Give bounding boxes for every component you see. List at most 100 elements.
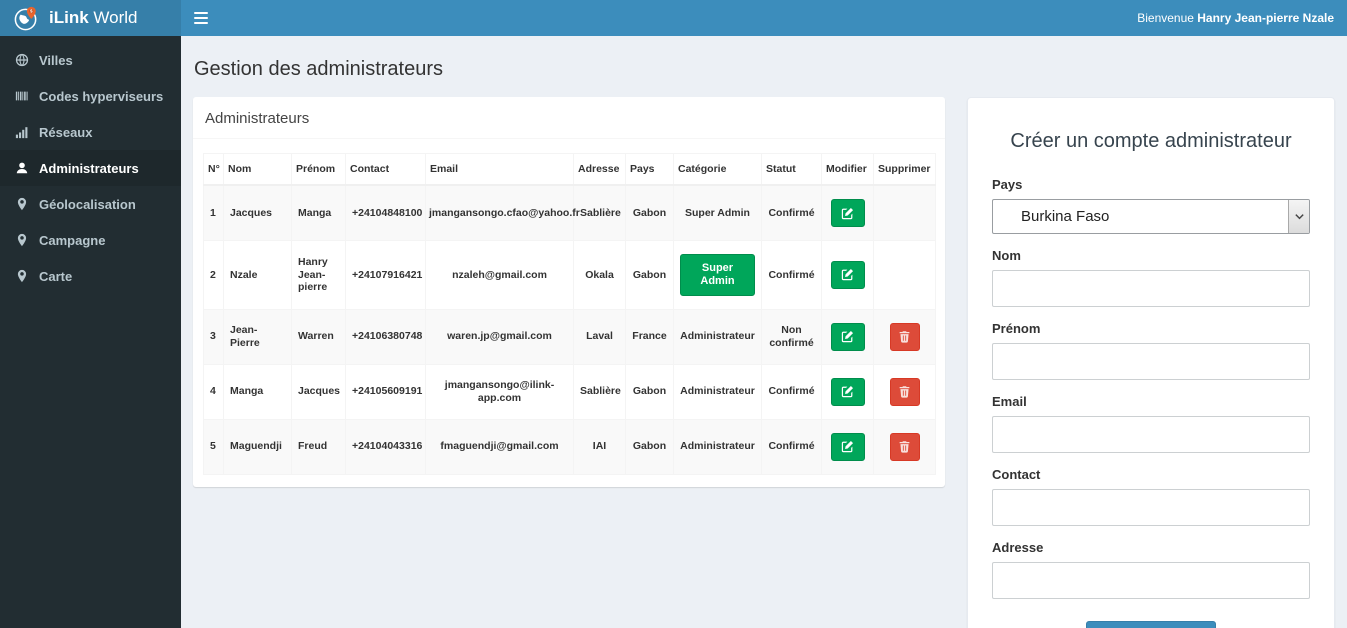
sidebar-item-codes-hyperviseurs[interactable]: Codes hyperviseurs: [0, 78, 181, 114]
globe-pin-logo-icon: [13, 5, 40, 32]
column-header: Pays: [625, 153, 674, 186]
column-header: Email: [425, 153, 574, 186]
create-admin-panel: Créer un compte administrateur Pays Burk…: [967, 97, 1335, 628]
edit-pencil-icon: [841, 440, 854, 453]
cell-pays: France: [625, 308, 674, 365]
cell-categorie: Administrateur: [673, 363, 762, 420]
category-badge-button[interactable]: Super Admin: [680, 254, 755, 296]
cell-categorie: Super Admin: [673, 240, 762, 310]
table-row: 5 Maguendji Freud +24104043316 fmaguendj…: [203, 418, 936, 475]
delete-button[interactable]: [889, 377, 920, 406]
cell-contact: +24106380748: [345, 308, 426, 365]
cell-categorie: Super Admin: [673, 184, 762, 241]
sidebar-item-geolocalisation[interactable]: Géolocalisation: [0, 186, 181, 222]
cell-contact: +24104848100: [345, 184, 426, 241]
edit-button[interactable]: [830, 322, 865, 351]
contact-label: Contact: [992, 467, 1041, 482]
cell-prenom: Warren: [291, 308, 346, 365]
sidebar: Villes Codes hyperviseurs Réseaux Admini…: [0, 36, 181, 628]
edit-button[interactable]: [830, 377, 865, 406]
column-header: Catégorie: [673, 153, 762, 186]
cell-nom: Manga: [223, 363, 292, 420]
sidebar-item-reseaux[interactable]: Réseaux: [0, 114, 181, 150]
sidebar-item-villes[interactable]: Villes: [0, 42, 181, 78]
email-field-group: Email: [992, 394, 1310, 453]
trash-icon: [898, 330, 911, 343]
cell-pays: Gabon: [625, 363, 674, 420]
map-pin-icon: [15, 197, 29, 211]
column-header: Adresse: [573, 153, 626, 186]
edit-button[interactable]: [830, 432, 865, 461]
cell-email: waren.jp@gmail.com: [425, 308, 574, 365]
delete-button[interactable]: [889, 322, 920, 351]
sidebar-item-label: Géolocalisation: [39, 196, 136, 212]
country-select[interactable]: Burkina Faso: [992, 199, 1310, 234]
sidebar-menu: Villes Codes hyperviseurs Réseaux Admini…: [0, 42, 181, 294]
sidebar-item-label: Administrateurs: [39, 160, 139, 176]
cell-statut: Confirmé: [761, 184, 822, 241]
create-account-button[interactable]: Créer le compte: [1085, 621, 1217, 628]
trash-icon: [898, 440, 911, 453]
contact-field-group: Contact: [992, 467, 1310, 526]
sidebar-item-label: Codes hyperviseurs: [39, 88, 164, 104]
cell-statut: Confirmé: [761, 418, 822, 475]
cell-email: nzaleh@gmail.com: [425, 240, 574, 310]
hamburger-icon[interactable]: [194, 5, 224, 31]
cell-nom: Jean-Pierre: [223, 308, 292, 365]
sidebar-item-administrateurs[interactable]: Administrateurs: [0, 150, 181, 186]
country-field-group: Pays Burkina Faso: [992, 177, 1310, 234]
table-row: 3 Jean-Pierre Warren +24106380748 waren.…: [203, 308, 936, 365]
contact-input[interactable]: [992, 489, 1310, 526]
barcode-icon: [15, 89, 29, 103]
cell-num: 5: [203, 418, 224, 475]
globe-icon: [15, 53, 29, 67]
sidebar-item-label: Réseaux: [39, 124, 93, 140]
signal-bars-icon: [15, 125, 29, 139]
cell-num: 4: [203, 363, 224, 420]
column-header: Contact: [345, 153, 426, 186]
administrators-table: N° Nom Prénom Contact Email Adresse Pays Catégo…: [203, 153, 936, 475]
column-header: Modifier: [821, 153, 874, 186]
cell-categorie: Administrateur: [673, 418, 762, 475]
cell-adresse: Okala: [573, 240, 626, 310]
sidebar-item-carte[interactable]: Carte: [0, 258, 181, 294]
chevron-down-icon: [1288, 200, 1309, 233]
app-logo[interactable]: iLink World: [0, 0, 181, 36]
country-label: Pays: [992, 177, 1023, 192]
cell-nom: Jacques: [223, 184, 292, 241]
cell-categorie: Administrateur: [673, 308, 762, 365]
map-pin-icon: [15, 233, 29, 247]
adresse-input[interactable]: [992, 562, 1310, 599]
sidebar-item-label: Campagne: [39, 232, 106, 248]
sidebar-item-label: Villes: [39, 52, 73, 68]
cell-statut: Confirmé: [761, 240, 822, 310]
cell-pays: Gabon: [625, 240, 674, 310]
email-input[interactable]: [992, 416, 1310, 453]
nom-input[interactable]: [992, 270, 1310, 307]
cell-nom: Maguendji: [223, 418, 292, 475]
adresse-label: Adresse: [992, 540, 1044, 555]
cell-statut: Non confirmé: [761, 308, 822, 365]
cell-contact: +24105609191: [345, 363, 426, 420]
app-title: iLink World: [49, 8, 138, 27]
prenom-field-group: Prénom: [992, 321, 1310, 380]
top-navbar: iLink World Bienvenue Hanry Jean-pierre …: [0, 0, 1347, 36]
prenom-input[interactable]: [992, 343, 1310, 380]
table-header-row: N° Nom Prénom Contact Email Adresse Pays Catégo…: [203, 153, 936, 186]
cell-contact: +24107916421: [345, 240, 426, 310]
delete-button[interactable]: [889, 432, 920, 461]
edit-button[interactable]: [830, 260, 865, 289]
table-row: 1 Jacques Manga +24104848100 jmangansong…: [203, 184, 936, 241]
cell-prenom: Hanry Jean-pierre: [291, 240, 346, 310]
edit-button[interactable]: [830, 199, 865, 227]
nom-label: Nom: [992, 248, 1021, 263]
trash-icon: [898, 385, 911, 398]
cell-prenom: Jacques: [291, 363, 346, 420]
cell-adresse: IAI: [573, 418, 626, 475]
cell-email: fmaguendji@gmail.com: [425, 418, 574, 475]
welcome-text[interactable]: Bienvenue Hanry Jean-pierre Nzale: [1137, 11, 1334, 25]
cell-pays: Gabon: [625, 418, 674, 475]
column-header: N°: [203, 153, 224, 186]
sidebar-item-campagne[interactable]: Campagne: [0, 222, 181, 258]
table-row: 2 Nzale Hanry Jean-pierre +24107916421 n…: [203, 240, 936, 310]
